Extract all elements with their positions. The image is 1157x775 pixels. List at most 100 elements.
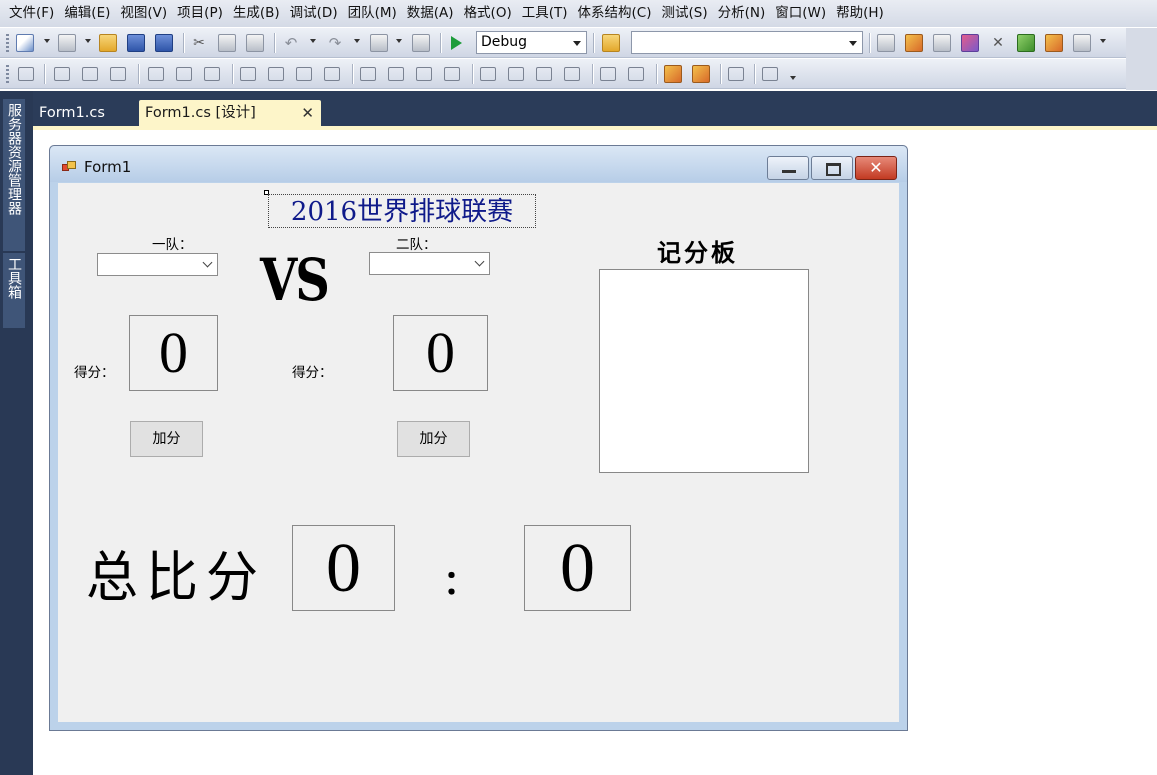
menu-bar: 文件(F) 编辑(E) 视图(V) 项目(P) 生成(B) 调试(D) 团队(M… <box>0 0 1157 27</box>
redo-icon[interactable]: ↷ <box>326 34 344 52</box>
object-browser-icon[interactable] <box>961 34 979 52</box>
vertical-spacing-decrease-icon[interactable] <box>536 67 552 81</box>
team2-combobox[interactable] <box>369 252 490 275</box>
center-vertically-icon[interactable] <box>628 67 644 81</box>
paste-icon[interactable] <box>246 34 264 52</box>
toolbox-tab[interactable]: 工具箱 <box>3 253 25 328</box>
chevron-down-icon[interactable] <box>1100 39 1106 43</box>
horizontal-spacing-decrease-icon[interactable] <box>416 67 432 81</box>
toolbar-separator <box>592 64 594 84</box>
menu-format[interactable]: 格式(O) <box>459 0 517 27</box>
form1-window[interactable]: Form1 ✕ 2016世界排球联赛 一队： VS 二队： 得分： 0 得分： … <box>49 145 908 731</box>
menu-data[interactable]: 数据(A) <box>402 0 459 27</box>
toolbar-separator <box>720 64 722 84</box>
menu-tools[interactable]: 工具(T) <box>517 0 573 27</box>
make-same-size-icon[interactable] <box>296 67 312 81</box>
make-same-width-icon[interactable] <box>240 67 256 81</box>
chevron-down-icon <box>474 256 485 267</box>
toolbar-grip[interactable] <box>6 34 9 52</box>
copy-icon[interactable] <box>218 34 236 52</box>
toolbar-separator <box>593 33 595 53</box>
menu-edit[interactable]: 编辑(E) <box>59 0 115 27</box>
toolbox-icon[interactable]: ✕ <box>989 34 1007 52</box>
menu-project[interactable]: 项目(P) <box>172 0 228 27</box>
add-item-icon[interactable] <box>58 34 76 52</box>
menu-debug[interactable]: 调试(D) <box>285 0 343 27</box>
add-point-team2-button[interactable]: 加分 <box>397 421 470 457</box>
start-page-icon[interactable] <box>1017 34 1035 52</box>
menu-team[interactable]: 团队(M) <box>343 0 402 27</box>
find-in-files-icon[interactable] <box>602 34 620 52</box>
open-folder-icon[interactable] <box>99 34 117 52</box>
toolbar-separator <box>183 33 185 53</box>
make-same-height-icon[interactable] <box>268 67 284 81</box>
close-icon[interactable]: ✕ <box>301 100 314 126</box>
save-icon[interactable] <box>127 34 145 52</box>
menu-test[interactable]: 测试(S) <box>656 0 712 27</box>
bring-to-front-icon[interactable] <box>664 65 682 83</box>
save-all-icon[interactable] <box>155 34 173 52</box>
close-button[interactable]: ✕ <box>855 156 897 180</box>
chevron-down-icon[interactable] <box>85 39 91 43</box>
menu-file[interactable]: 文件(F) <box>4 0 59 27</box>
chevron-down-icon <box>849 41 857 46</box>
command-window-icon[interactable] <box>1073 34 1091 52</box>
team1-combobox[interactable] <box>97 253 218 276</box>
start-debugging-icon[interactable] <box>451 36 462 50</box>
size-to-grid-icon[interactable] <box>324 67 340 81</box>
vertical-spacing-increase-icon[interactable] <box>508 67 524 81</box>
navigate-backward-icon[interactable] <box>370 34 388 52</box>
menu-architecture[interactable]: 体系结构(C) <box>573 0 657 27</box>
chevron-down-icon[interactable] <box>354 39 360 43</box>
menu-window[interactable]: 窗口(W) <box>770 0 831 27</box>
extension-manager-icon[interactable] <box>1045 34 1063 52</box>
chevron-down-icon[interactable] <box>790 76 796 80</box>
server-explorer-tab[interactable]: 服务器资源管理器 <box>3 99 25 251</box>
solution-config-select[interactable]: Debug <box>476 31 587 54</box>
align-left-icon[interactable] <box>54 67 70 81</box>
cut-icon[interactable]: ✂ <box>190 34 208 52</box>
horizontal-spacing-equal-icon[interactable] <box>360 67 376 81</box>
chevron-down-icon[interactable] <box>44 39 50 43</box>
send-to-back-icon[interactable] <box>692 65 710 83</box>
menu-help[interactable]: 帮助(H) <box>831 0 889 27</box>
align-top-icon[interactable] <box>148 67 164 81</box>
lock-controls-icon[interactable] <box>762 67 778 81</box>
left-dock: 服务器资源管理器 工具箱 <box>0 91 33 775</box>
tab-form1-designer[interactable]: Form1.cs [设计] ✕ <box>139 100 321 126</box>
tab-form1-code-label: Form1.cs <box>39 105 105 121</box>
tab-form1-code[interactable]: Form1.cs <box>33 100 133 126</box>
form1-client-area[interactable]: 2016世界排球联赛 一队： VS 二队： 得分： 0 得分： 0 加分 加分 … <box>58 183 899 722</box>
align-to-grid-icon[interactable] <box>18 67 34 81</box>
add-point-team1-button[interactable]: 加分 <box>130 421 203 457</box>
horizontal-spacing-remove-icon[interactable] <box>444 67 460 81</box>
solution-explorer-icon[interactable] <box>933 34 951 52</box>
toolbar-grip[interactable] <box>6 65 9 83</box>
properties-icon[interactable] <box>905 34 923 52</box>
headline-label[interactable]: 2016世界排球联赛 <box>268 194 536 228</box>
align-right-icon[interactable] <box>110 67 126 81</box>
tab-order-icon[interactable] <box>728 67 744 81</box>
toolbar-separator <box>754 64 756 84</box>
find-icon[interactable] <box>877 34 895 52</box>
chevron-down-icon[interactable] <box>310 39 316 43</box>
scoreboard-listbox[interactable] <box>599 269 809 473</box>
navigate-forward-icon[interactable] <box>412 34 430 52</box>
vertical-spacing-remove-icon[interactable] <box>564 67 580 81</box>
align-bottom-icon[interactable] <box>204 67 220 81</box>
new-project-icon[interactable] <box>16 34 34 52</box>
layout-toolbar <box>0 59 1126 89</box>
horizontal-spacing-increase-icon[interactable] <box>388 67 404 81</box>
undo-icon[interactable]: ↶ <box>282 34 300 52</box>
vertical-spacing-equal-icon[interactable] <box>480 67 496 81</box>
align-center-icon[interactable] <box>82 67 98 81</box>
menu-build[interactable]: 生成(B) <box>228 0 285 27</box>
chevron-down-icon[interactable] <box>396 39 402 43</box>
find-combo[interactable] <box>631 31 863 54</box>
maximize-button[interactable] <box>811 156 853 180</box>
center-horizontally-icon[interactable] <box>600 67 616 81</box>
minimize-button[interactable] <box>767 156 809 180</box>
menu-analyze[interactable]: 分析(N) <box>713 0 771 27</box>
menu-view[interactable]: 视图(V) <box>115 0 172 27</box>
align-middle-icon[interactable] <box>176 67 192 81</box>
